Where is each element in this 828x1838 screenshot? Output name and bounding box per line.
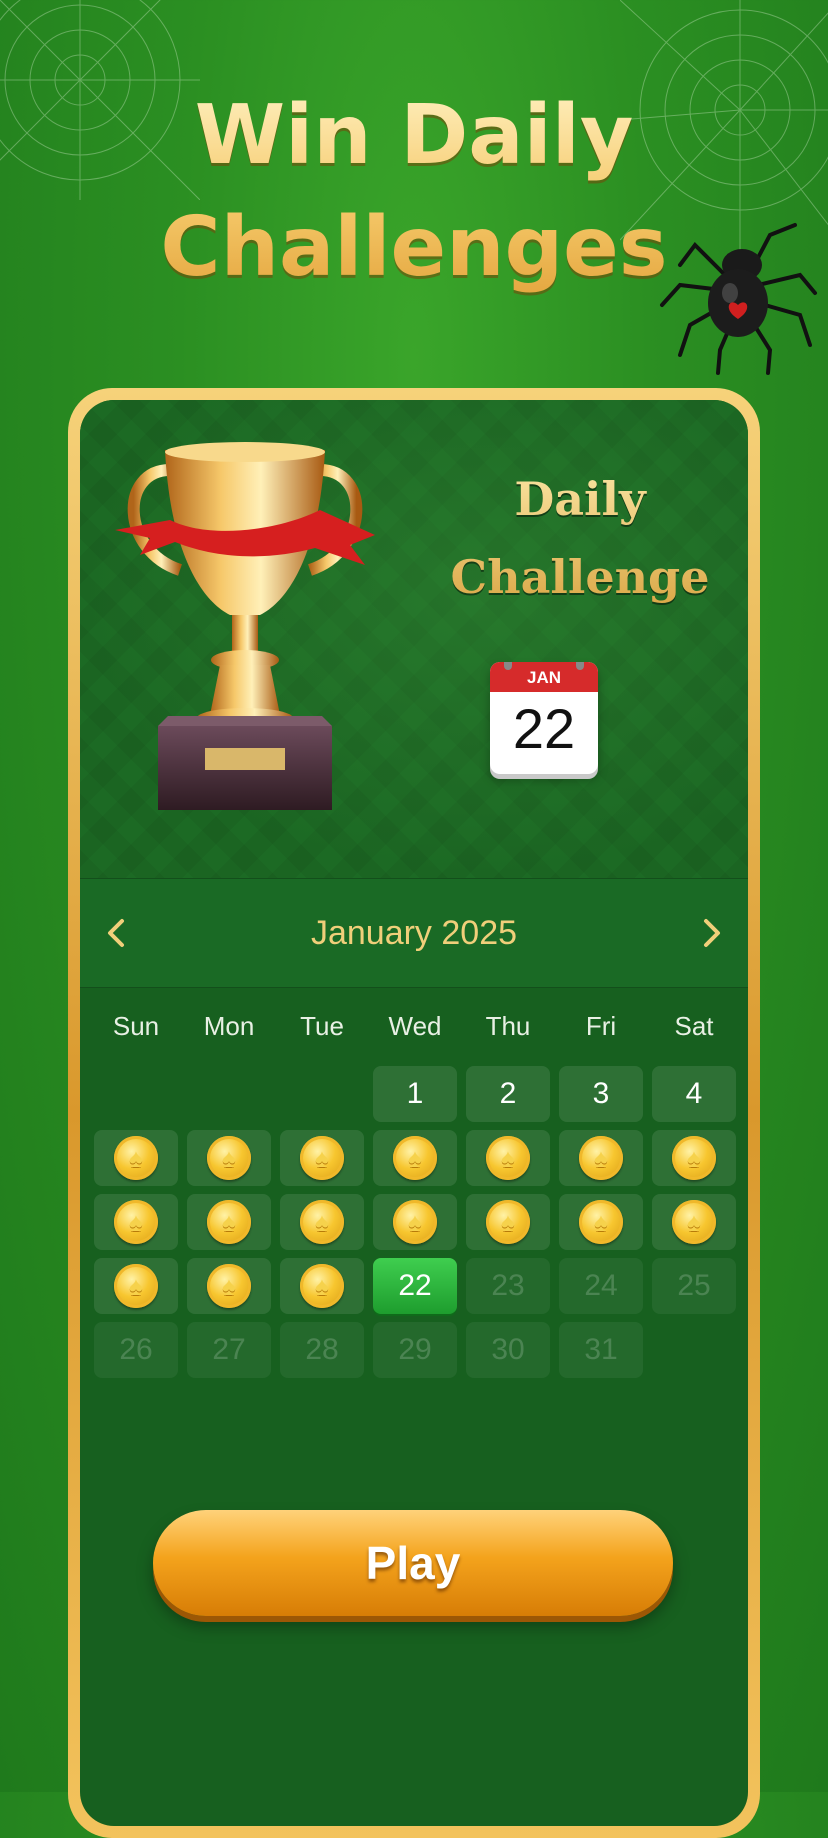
calendar-day-completed[interactable]: ♠ <box>280 1258 364 1314</box>
gold-spade-coin-icon: ♠ <box>114 1264 158 1308</box>
calendar-day-locked: 24 <box>559 1258 643 1314</box>
hero-banner: Daily Challenge JAN 22 <box>80 400 748 878</box>
spade-icon: ♠ <box>687 1143 701 1173</box>
spade-icon: ♠ <box>315 1143 329 1173</box>
spade-icon: ♠ <box>408 1207 422 1237</box>
headline-line-1: Win Daily <box>194 88 634 183</box>
calendar-day-completed[interactable]: ♠ <box>94 1258 178 1314</box>
weekday-header-row: Sun Mon Tue Wed Thu Fri Sat <box>94 1006 746 1046</box>
month-navigation-bar: January 2025 <box>80 878 748 988</box>
spade-icon: ♠ <box>222 1143 236 1173</box>
calendar-day-locked: 31 <box>559 1322 643 1378</box>
spade-icon: ♠ <box>222 1207 236 1237</box>
weekday-label: Tue <box>300 1011 344 1041</box>
calendar-icon-day: 22 <box>512 697 576 760</box>
gold-spade-coin-icon: ♠ <box>300 1264 344 1308</box>
calendar-day-completed[interactable]: ♠ <box>559 1130 643 1186</box>
spade-icon: ♠ <box>129 1271 143 1301</box>
month-label: January 2025 <box>310 914 518 952</box>
calendar-day-completed[interactable]: ♠ <box>373 1194 457 1250</box>
weekday-label: Sun <box>112 1011 160 1041</box>
weekday-label: Fri <box>585 1011 617 1041</box>
spider-icon <box>660 223 817 375</box>
gold-spade-coin-icon: ♠ <box>579 1200 623 1244</box>
spade-icon: ♠ <box>501 1207 515 1237</box>
gold-spade-coin-icon: ♠ <box>672 1200 716 1244</box>
gold-spade-coin-icon: ♠ <box>207 1136 251 1180</box>
spade-icon: ♠ <box>129 1143 143 1173</box>
calendar-day-completed[interactable]: ♠ <box>187 1258 271 1314</box>
spade-icon: ♠ <box>129 1207 143 1237</box>
weekday-label: Sat <box>674 1011 714 1041</box>
gold-spade-coin-icon: ♠ <box>393 1200 437 1244</box>
daily-challenge-panel: Daily Challenge JAN 22 January 2025 Sun M… <box>68 388 760 1838</box>
calendar-day-completed[interactable]: ♠ <box>466 1194 550 1250</box>
gold-spade-coin-icon: ♠ <box>300 1200 344 1244</box>
calendar-day-completed[interactable]: ♠ <box>280 1130 364 1186</box>
weekday-label: Mon <box>203 1011 255 1041</box>
spade-icon: ♠ <box>222 1271 236 1301</box>
spade-icon: ♠ <box>408 1143 422 1173</box>
weekday-label: Wed <box>388 1011 442 1041</box>
calendar-day[interactable]: 2 <box>466 1066 550 1122</box>
calendar-day[interactable]: 4 <box>652 1066 736 1122</box>
calendar-day-locked: 25 <box>652 1258 736 1314</box>
calendar-day-locked: 29 <box>373 1322 457 1378</box>
gold-spade-coin-icon: ♠ <box>114 1136 158 1180</box>
calendar-day-completed[interactable]: ♠ <box>652 1130 736 1186</box>
calendar-day-completed[interactable]: ♠ <box>94 1194 178 1250</box>
gold-spade-coin-icon: ♠ <box>300 1136 344 1180</box>
spade-icon: ♠ <box>594 1207 608 1237</box>
gold-spade-coin-icon: ♠ <box>579 1136 623 1180</box>
play-button[interactable]: Play <box>153 1510 673 1616</box>
calendar-day-locked: 28 <box>280 1322 364 1378</box>
calendar-day[interactable]: 3 <box>559 1066 643 1122</box>
calendar-day-locked: 23 <box>466 1258 550 1314</box>
daily-challenge-title-line-1: Daily <box>514 472 646 526</box>
calendar-day-completed[interactable]: ♠ <box>280 1194 364 1250</box>
calendar-day-completed[interactable]: ♠ <box>652 1194 736 1250</box>
gold-spade-coin-icon: ♠ <box>393 1136 437 1180</box>
calendar-day-locked: 30 <box>466 1322 550 1378</box>
calendar-day-completed[interactable]: ♠ <box>466 1130 550 1186</box>
gold-spade-coin-icon: ♠ <box>207 1264 251 1308</box>
spade-icon: ♠ <box>315 1207 329 1237</box>
spade-icon: ♠ <box>315 1271 329 1301</box>
calendar-day-today[interactable]: 22 <box>373 1258 457 1314</box>
spade-icon: ♠ <box>594 1143 608 1173</box>
calendar-day-completed[interactable]: ♠ <box>373 1130 457 1186</box>
calendar-ring <box>576 662 584 670</box>
gold-spade-coin-icon: ♠ <box>672 1136 716 1180</box>
gold-spade-coin-icon: ♠ <box>486 1200 530 1244</box>
panel-inner: Daily Challenge JAN 22 January 2025 Sun M… <box>80 400 748 1826</box>
calendar-date-icon: JAN 22 <box>490 662 598 774</box>
calendar-day-completed[interactable]: ♠ <box>187 1194 271 1250</box>
spade-icon: ♠ <box>501 1143 515 1173</box>
daily-challenge-title-line-2: Challenge <box>450 550 710 604</box>
chevron-right-icon[interactable] <box>692 915 728 951</box>
calendar-day-locked: 26 <box>94 1322 178 1378</box>
gold-spade-coin-icon: ♠ <box>207 1200 251 1244</box>
spade-icon: ♠ <box>687 1207 701 1237</box>
daily-challenge-title: Daily Challenge <box>410 460 748 616</box>
calendar-day-locked: 27 <box>187 1322 271 1378</box>
calendar-day-completed[interactable]: ♠ <box>559 1194 643 1250</box>
trophy-icon <box>115 442 375 810</box>
calendar-day-completed[interactable]: ♠ <box>187 1130 271 1186</box>
calendar-day[interactable]: 1 <box>373 1066 457 1122</box>
gold-spade-coin-icon: ♠ <box>114 1200 158 1244</box>
weekday-label: Thu <box>485 1011 531 1041</box>
gold-spade-coin-icon: ♠ <box>486 1136 530 1180</box>
calendar-day-completed[interactable]: ♠ <box>94 1130 178 1186</box>
calendar-ring <box>504 662 512 670</box>
